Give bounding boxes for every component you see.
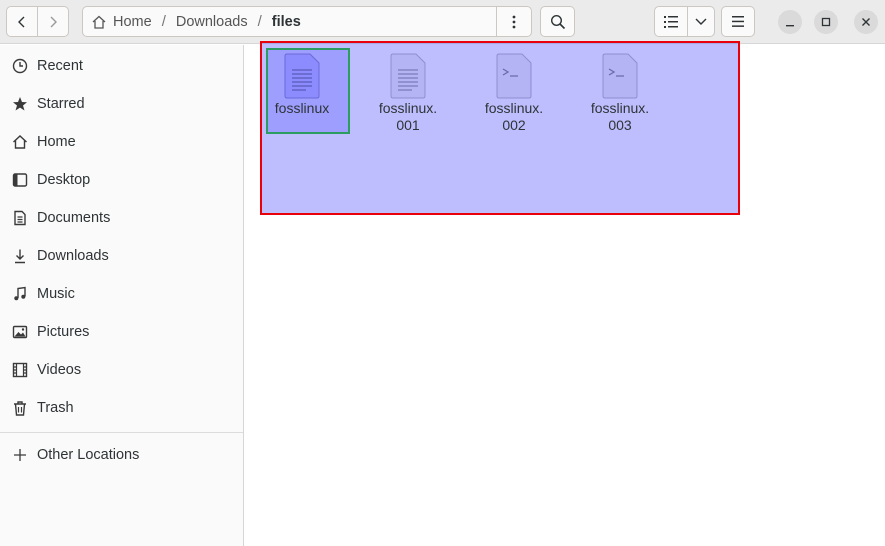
breadcrumb: Home / Downloads / files: [82, 6, 532, 37]
minimize-icon: [786, 25, 794, 27]
home-icon: [11, 133, 29, 151]
file-item[interactable]: fosslinux. 002: [469, 52, 559, 134]
view-options-dropdown[interactable]: [687, 6, 715, 37]
main-menu-button[interactable]: [721, 6, 755, 37]
file-item[interactable]: fosslinux: [257, 52, 347, 117]
close-button[interactable]: [854, 10, 878, 34]
file-item[interactable]: fosslinux. 003: [575, 52, 665, 134]
sidebar-item-label: Downloads: [37, 248, 109, 264]
minimize-button[interactable]: [778, 10, 802, 34]
plus-icon: [11, 446, 29, 464]
sidebar-item-label: Starred: [37, 96, 85, 112]
sidebar-item-documents[interactable]: Documents: [0, 200, 243, 236]
forward-button[interactable]: [37, 6, 69, 37]
clock-icon: [11, 57, 29, 75]
sidebar-item-label: Pictures: [37, 324, 90, 340]
sidebar-item-recent[interactable]: Recent: [0, 48, 243, 84]
close-icon: [862, 18, 870, 26]
breadcrumb-home-label: Home: [113, 13, 152, 30]
maximize-icon: [821, 17, 831, 27]
sidebar-item-pictures[interactable]: Pictures: [0, 314, 243, 350]
hamburger-menu-icon: [732, 16, 744, 27]
text-file-icon: [390, 53, 426, 99]
text-file-icon: [284, 53, 320, 99]
download-icon: [11, 247, 29, 265]
path-menu-button[interactable]: [496, 6, 531, 37]
sidebar-item-label: Trash: [37, 400, 74, 416]
file-name: fosslinux. 002: [484, 100, 544, 133]
sidebar-item-trash[interactable]: Trash: [0, 390, 243, 426]
sidebar-item-label: Documents: [37, 210, 111, 226]
file-name: fosslinux: [274, 100, 330, 116]
breadcrumb-separator: /: [161, 13, 166, 30]
search-icon: [550, 14, 565, 29]
trash-icon: [11, 399, 29, 417]
maximize-button[interactable]: [814, 10, 838, 34]
music-icon: [11, 285, 29, 303]
script-file-icon: [496, 53, 532, 99]
sidebar-divider: [0, 432, 243, 433]
sidebar-item-downloads[interactable]: Downloads: [0, 238, 243, 274]
picture-icon: [11, 323, 29, 341]
chevron-left-icon: [18, 16, 25, 27]
breadcrumb-separator: /: [257, 13, 262, 30]
chevron-right-icon: [50, 16, 57, 27]
desktop-icon: [11, 171, 29, 189]
list-view-icon: [664, 15, 678, 28]
breadcrumb-downloads[interactable]: Downloads: [176, 14, 248, 30]
sidebar-item-label: Music: [37, 286, 75, 302]
document-icon: [11, 209, 29, 227]
vertical-dots-icon: [512, 15, 516, 28]
chevron-down-icon: [695, 18, 707, 25]
sidebar-item-label: Home: [37, 134, 76, 150]
view-toggle-button[interactable]: [654, 6, 688, 37]
star-icon: [11, 95, 29, 113]
sidebar-item-desktop[interactable]: Desktop: [0, 162, 243, 198]
home-icon: [92, 15, 106, 29]
sidebar-item-starred[interactable]: Starred: [0, 86, 243, 122]
sidebar-item-label: Videos: [37, 362, 82, 378]
sidebar-item-music[interactable]: Music: [0, 276, 243, 312]
header-bar: Home / Downloads / files: [0, 0, 885, 44]
sidebar: Recent Starred Home Desktop Documents Do…: [0, 45, 244, 546]
file-item[interactable]: fosslinux. 001: [363, 52, 453, 134]
file-name: fosslinux. 001: [378, 100, 438, 133]
video-icon: [11, 361, 29, 379]
sidebar-item-other-locations[interactable]: Other Locations: [0, 437, 243, 473]
back-button[interactable]: [6, 6, 38, 37]
file-name: fosslinux. 003: [590, 100, 650, 133]
script-file-icon: [602, 53, 638, 99]
sidebar-item-videos[interactable]: Videos: [0, 352, 243, 388]
sidebar-item-home[interactable]: Home: [0, 124, 243, 160]
sidebar-item-label: Recent: [37, 58, 83, 74]
sidebar-item-label: Desktop: [37, 172, 91, 188]
breadcrumb-current[interactable]: files: [272, 14, 301, 30]
breadcrumb-home[interactable]: Home: [83, 14, 152, 30]
sidebar-item-label: Other Locations: [37, 447, 140, 463]
search-button[interactable]: [540, 6, 575, 37]
